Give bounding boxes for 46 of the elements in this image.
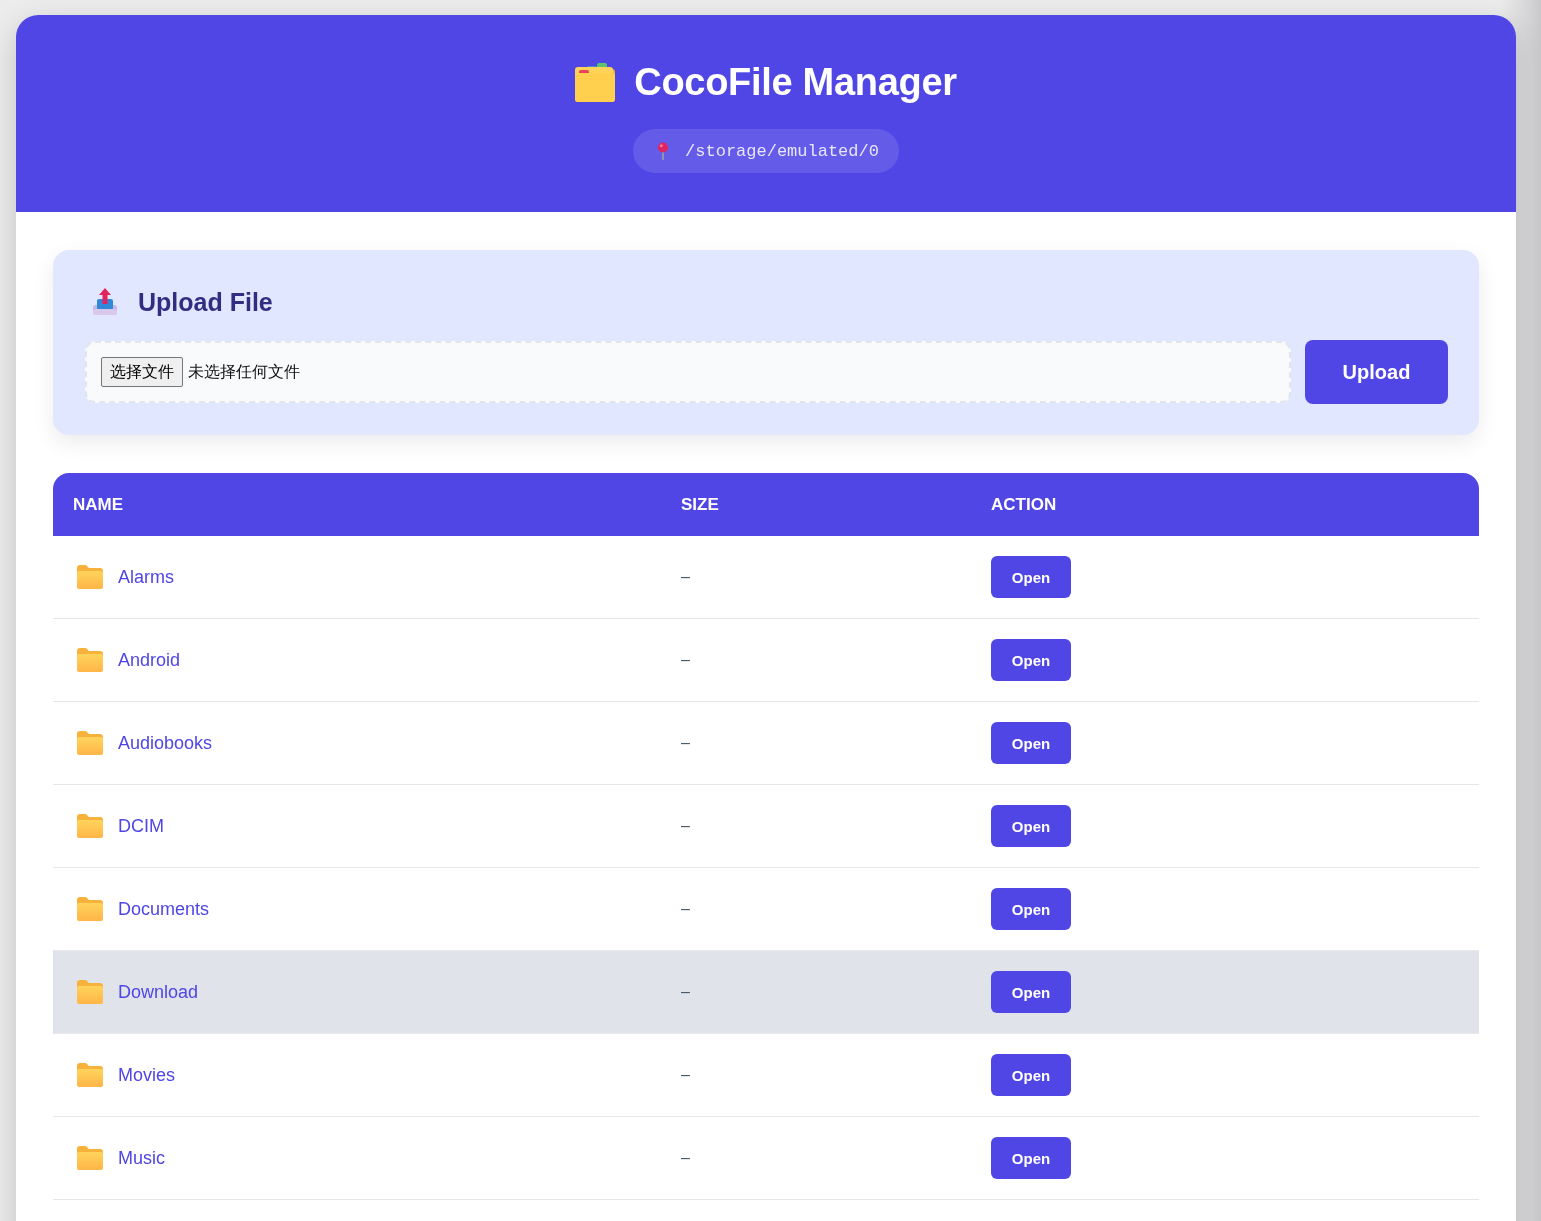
open-button[interactable]: Open <box>991 805 1071 847</box>
open-button[interactable]: Open <box>991 888 1071 930</box>
folder-name-link[interactable]: Android <box>118 649 181 671</box>
file-status-text: 未选择任何文件 <box>188 361 300 382</box>
open-button[interactable]: Open <box>991 1137 1071 1179</box>
column-header: SIZE <box>680 494 720 515</box>
size-cell: – <box>681 651 690 669</box>
folder-icon <box>77 1146 103 1170</box>
open-button[interactable]: Open <box>991 971 1071 1013</box>
size-cell: – <box>681 1149 690 1167</box>
folder-name-link[interactable]: DCIM <box>118 815 164 837</box>
upload-title: Upload File <box>138 287 273 317</box>
upload-button[interactable]: Upload <box>1305 340 1448 404</box>
column-header: NAME <box>72 494 125 515</box>
file-input-field[interactable]: 选择文件 未选择任何文件 <box>85 341 1291 403</box>
size-cell: – <box>681 1066 690 1084</box>
app-title: CocoFile Manager <box>634 60 957 105</box>
size-cell: – <box>681 734 690 752</box>
folder-name-link[interactable]: Music <box>118 1147 165 1169</box>
folder-icon <box>77 731 103 755</box>
outbox-tray-icon <box>92 288 118 316</box>
open-button[interactable]: Open <box>991 556 1071 598</box>
open-button[interactable]: Open <box>991 722 1071 764</box>
folder-icon <box>77 1063 103 1087</box>
folder-icon <box>77 897 103 921</box>
folder-name-link[interactable]: Movies <box>118 1064 175 1086</box>
size-cell: – <box>681 568 690 586</box>
folder-name-link[interactable]: Audiobooks <box>118 732 213 754</box>
column-header: ACTION <box>990 494 1058 515</box>
open-button[interactable]: Open <box>991 1054 1071 1096</box>
pushpin-icon <box>657 142 670 160</box>
size-cell: – <box>681 900 690 918</box>
open-button[interactable]: Open <box>991 639 1071 681</box>
folder-icon <box>77 814 103 838</box>
choose-file-button[interactable]: 选择文件 <box>101 357 183 387</box>
current-path: /storage/emulated/0 <box>685 141 879 161</box>
folder-dividers-icon <box>575 62 616 102</box>
size-cell: – <box>681 983 690 1001</box>
folder-icon <box>77 980 103 1004</box>
table-row-highlighted[interactable]: Download – Open <box>53 951 1479 1034</box>
size-cell: – <box>681 817 690 835</box>
folder-name-link[interactable]: Download <box>118 981 199 1003</box>
folder-name-link[interactable]: Alarms <box>118 566 174 588</box>
folder-icon <box>77 565 103 589</box>
folder-icon <box>77 648 103 672</box>
folder-name-link[interactable]: Documents <box>118 898 210 920</box>
